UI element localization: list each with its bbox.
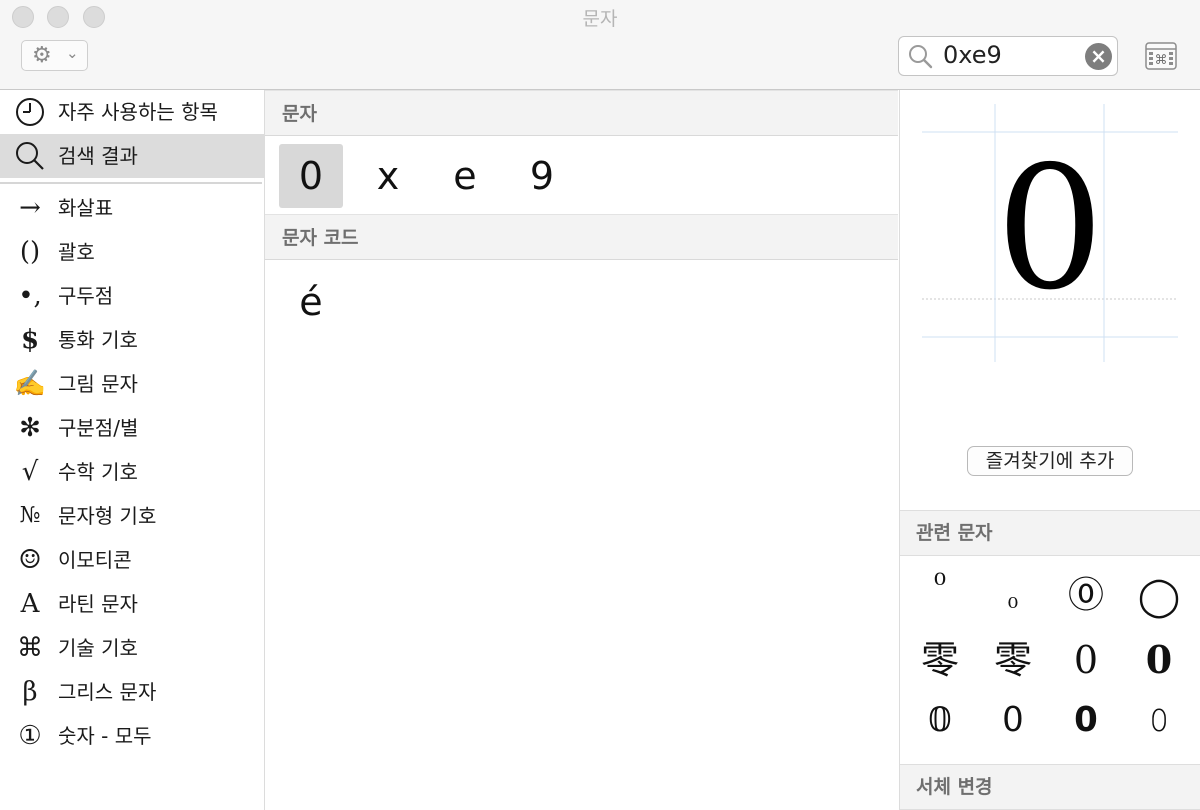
character-cell[interactable]: 9: [510, 144, 574, 208]
asterisk-icon: ✻: [19, 413, 41, 443]
beta-icon: β: [22, 677, 38, 707]
sidebar-item-label: 그림 문자: [58, 372, 138, 396]
characters-section-header: 문자: [265, 90, 898, 136]
toolbar: 문자 ⚙ ⌄ × ⌘: [0, 0, 1200, 90]
character-cell[interactable]: x: [356, 144, 420, 208]
related-character[interactable]: 零: [976, 630, 1050, 690]
related-character[interactable]: 𝟘: [903, 690, 977, 750]
preview-glyph: 0: [995, 130, 1105, 328]
glyph-preview: 0: [922, 104, 1178, 362]
search-input[interactable]: [943, 41, 1079, 69]
related-character[interactable]: 𝟬: [1049, 690, 1123, 750]
dollar-icon: $: [20, 325, 40, 355]
sidebar-item-label: 검색 결과: [58, 144, 138, 168]
sidebar-item-frequently-used[interactable]: 자주 사용하는 항목: [0, 90, 264, 134]
sidebar-item-label: 구두점: [58, 284, 114, 308]
command-icon: ⌘: [17, 633, 43, 663]
sidebar-item-label: 자주 사용하는 항목: [58, 100, 218, 124]
related-character[interactable]: 0: [1049, 630, 1123, 690]
related-character[interactable]: 𝟢: [976, 690, 1050, 750]
related-character[interactable]: 𝟎: [1122, 630, 1196, 690]
clock-icon: [16, 98, 44, 126]
sidebar-item-label: 숫자 - 모두: [58, 724, 152, 748]
sidebar-item-label: 이모티콘: [58, 548, 132, 572]
punctuation-icon: •,: [18, 281, 42, 311]
sidebar-item-label: 그리스 문자: [58, 680, 157, 704]
sidebar-item-parentheses[interactable]: () 괄호: [0, 230, 264, 274]
sidebar-item-emoji[interactable]: ☺ 이모티콘: [0, 538, 264, 582]
sidebar-item-label: 라틴 문자: [58, 592, 138, 616]
gear-icon: ⚙: [32, 43, 52, 68]
sidebar-item-currency[interactable]: $ 통화 기호: [0, 318, 264, 362]
sidebar-item-latin[interactable]: A 라틴 문자: [0, 582, 264, 626]
parentheses-icon: (): [19, 237, 41, 267]
character-cell[interactable]: 0: [279, 144, 343, 208]
clear-search-icon[interactable]: ×: [1085, 43, 1112, 70]
section-title: 서체 변경: [916, 776, 993, 798]
section-title: 문자: [282, 103, 317, 125]
sidebar-item-bullets-stars[interactable]: ✻ 구분점/별: [0, 406, 264, 450]
related-characters-header: 관련 문자: [900, 510, 1200, 556]
svg-text:⌘: ⌘: [1155, 53, 1168, 68]
sidebar-item-letterlike[interactable]: № 문자형 기호: [0, 494, 264, 538]
magnifier-icon: [16, 142, 44, 170]
sidebar-item-label: 기술 기호: [58, 636, 138, 660]
related-character[interactable]: ⁰: [903, 556, 977, 616]
character-cell[interactable]: e: [433, 144, 497, 208]
pictograph-icon: ✍: [13, 369, 47, 399]
related-character[interactable]: 𝟶: [1122, 690, 1196, 750]
character-inspector: 0 즐겨찾기에 추가 관련 문자 ⁰ ₀ ⓪ ◯ 零 零 0 𝟎 𝟘 𝟢 𝟬 𝟶…: [899, 90, 1200, 810]
arrow-icon: →: [19, 193, 41, 223]
section-title: 관련 문자: [916, 522, 993, 544]
sidebar-item-math-symbols[interactable]: √ 수학 기호: [0, 450, 264, 494]
sidebar-item-pictographs[interactable]: ✍ 그림 문자: [0, 362, 264, 406]
character-code-cell[interactable]: é: [279, 270, 343, 334]
numero-icon: №: [19, 503, 41, 528]
character-code-section-header: 문자 코드: [265, 214, 898, 260]
window-title: 문자: [582, 8, 618, 30]
sidebar-item-label: 구분점/별: [58, 416, 139, 440]
sidebar-item-label: 문자형 기호: [58, 504, 157, 528]
category-sidebar: 자주 사용하는 항목 검색 결과 → 화살표 () 괄호 •, 구두점 $ 통화…: [0, 90, 265, 810]
keyboard-viewer-icon[interactable]: ⌘: [1145, 42, 1177, 70]
sidebar-item-label: 괄호: [58, 240, 95, 264]
action-menu-button[interactable]: ⚙ ⌄: [21, 40, 88, 71]
search-icon: [909, 45, 933, 69]
sidebar-item-technical[interactable]: ⌘ 기술 기호: [0, 626, 264, 670]
related-character[interactable]: ◯: [1122, 566, 1196, 626]
sidebar-item-arrows[interactable]: → 화살표: [0, 186, 264, 230]
sidebar-item-search-results[interactable]: 검색 결과: [0, 134, 264, 178]
sidebar-item-greek[interactable]: β 그리스 문자: [0, 670, 264, 714]
sidebar-item-punctuation[interactable]: •, 구두점: [0, 274, 264, 318]
sidebar-item-label: 수학 기호: [58, 460, 138, 484]
font-variation-header: 서체 변경: [900, 764, 1200, 810]
sqrt-icon: √: [21, 457, 39, 487]
circled-one-icon: ①: [18, 721, 42, 751]
section-title: 문자 코드: [282, 227, 359, 249]
related-character[interactable]: ⓪: [1049, 566, 1123, 626]
sidebar-item-label: 화살표: [58, 196, 114, 220]
latin-a-icon: A: [20, 589, 40, 619]
sidebar-item-label: 통화 기호: [58, 328, 138, 352]
chevron-down-icon: ⌄: [66, 44, 79, 62]
related-character[interactable]: 零: [903, 630, 977, 690]
sidebar-item-digits-all[interactable]: ① 숫자 - 모두: [0, 714, 264, 758]
add-to-favorites-button[interactable]: 즐겨찾기에 추가: [967, 446, 1133, 476]
sidebar-divider: [0, 182, 262, 184]
search-field[interactable]: ×: [898, 36, 1118, 76]
smiley-icon: ☺: [18, 545, 42, 575]
search-results-panel: 문자 0 x e 9 문자 코드 é: [265, 90, 898, 810]
